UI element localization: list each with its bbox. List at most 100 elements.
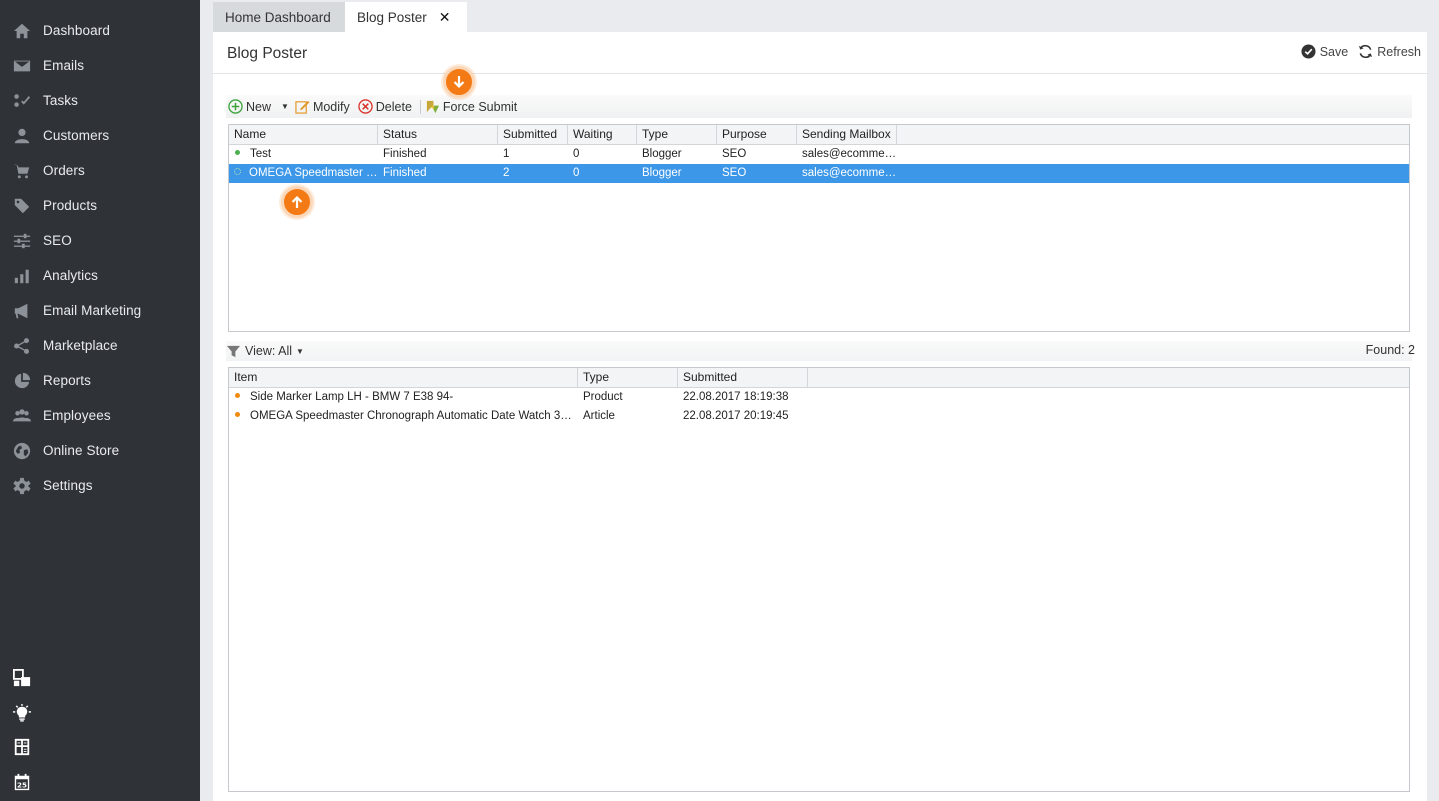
check-circle-icon [1301, 44, 1316, 59]
refresh-button[interactable]: Refresh [1358, 44, 1421, 59]
sidebar-item-seo[interactable]: SEO [0, 223, 200, 258]
view-filter-dropdown[interactable]: View: All [245, 344, 292, 358]
status-dot [235, 150, 240, 156]
sidebar-bottom-icons: 25 [12, 668, 32, 801]
main-panel: Blog Poster Save Refresh New ▼ Modify De… [213, 32, 1427, 801]
user-icon [13, 127, 31, 145]
cell-mailbox: sales@ecommer... [802, 148, 897, 160]
calculator-icon[interactable] [12, 737, 32, 757]
sidebar-item-dashboard[interactable]: Dashboard [0, 13, 200, 48]
status-dot [234, 168, 241, 176]
sidebar-item-label: Email Marketing [43, 303, 142, 318]
new-button[interactable]: New [228, 99, 271, 114]
sidebar-item-online-store[interactable]: Online Store [0, 433, 200, 468]
tab-home-dashboard[interactable]: Home Dashboard [213, 2, 345, 32]
sidebar-item-orders[interactable]: Orders [0, 153, 200, 188]
windows-icon[interactable] [12, 668, 32, 688]
tab-blog-poster[interactable]: Blog Poster ✕ [345, 2, 467, 32]
cell-item: Side Marker Lamp LH - BMW 7 E38 94- [250, 391, 454, 403]
sidebar-item-emails[interactable]: Emails [0, 48, 200, 83]
column-header-submitted[interactable]: Submitted [678, 368, 808, 388]
cell-status: Finished [383, 167, 427, 179]
cell-waiting: 0 [573, 148, 580, 160]
column-header-submitted[interactable]: Submitted [498, 125, 568, 145]
filter-icon [226, 345, 241, 357]
column-header-waiting[interactable]: Waiting [568, 125, 637, 145]
sidebar-item-reports[interactable]: Reports [0, 363, 200, 398]
cell-purpose: SEO [722, 148, 747, 160]
sidebar-item-label: Emails [43, 58, 85, 73]
sidebar-item-label: Tasks [43, 93, 79, 108]
sidebar-item-employees[interactable]: Employees [0, 398, 200, 433]
table-row[interactable]: OMEGA Speedmaster Chronograph Automatic … [229, 407, 1409, 426]
table-row[interactable]: Test Finished 1 0 Blogger SEO sales@ecom… [229, 145, 1409, 164]
callout-arrow-down-icon [443, 66, 475, 98]
chevron-down-icon[interactable]: ▼ [281, 102, 289, 111]
cell-name: Test [250, 148, 272, 160]
calendar-icon[interactable]: 25 [12, 772, 32, 792]
sidebar-item-label: Analytics [43, 268, 98, 283]
sliders-icon [13, 232, 31, 250]
tab-bar: Home Dashboard Blog Poster ✕ [213, 2, 467, 32]
sidebar-item-label: Products [43, 198, 98, 213]
column-header-type[interactable]: Type [637, 125, 717, 145]
sidebar-nav: Dashboard Emails Tasks Customers Orders … [0, 13, 200, 503]
cell-submitted: 22.08.2017 18:19:38 [683, 391, 789, 403]
refresh-icon [1359, 44, 1373, 59]
callout-arrow-up-icon [281, 186, 313, 218]
column-header-status[interactable]: Status [378, 125, 498, 145]
cell-waiting: 0 [573, 167, 580, 179]
cart-icon [13, 162, 31, 180]
force-submit-icon [426, 100, 439, 114]
column-header-name[interactable]: Name [229, 125, 378, 145]
new-label: New [246, 99, 272, 114]
sidebar-item-label: Orders [43, 163, 85, 178]
sidebar-item-label: Reports [43, 373, 91, 388]
lightbulb-icon[interactable] [12, 703, 32, 723]
column-header-type[interactable]: Type [578, 368, 678, 388]
sidebar-item-customers[interactable]: Customers [0, 118, 200, 153]
cell-submitted: 2 [503, 167, 510, 179]
cell-submitted: 22.08.2017 20:19:45 [683, 410, 789, 422]
sidebar-item-marketplace[interactable]: Marketplace [0, 328, 200, 363]
pie-chart-icon [13, 372, 31, 390]
sidebar-item-settings[interactable]: Settings [0, 468, 200, 503]
column-header-sending-mailbox[interactable]: Sending Mailbox [797, 125, 897, 145]
chevron-down-icon[interactable]: ▼ [296, 347, 304, 356]
cell-submitted: 1 [503, 148, 510, 160]
force-submit-label: Force Submit [442, 99, 518, 114]
sidebar-item-label: Employees [43, 408, 111, 423]
sidebar-item-products[interactable]: Products [0, 188, 200, 223]
save-button[interactable]: Save [1301, 44, 1348, 59]
globe-icon [13, 442, 31, 460]
edit-icon [295, 100, 310, 114]
cell-item: OMEGA Speedmaster Chronograph Automatic … [250, 410, 578, 422]
table-row-selected[interactable]: OMEGA Speedmaster C... Finished 2 0 Blog… [229, 164, 1409, 183]
sidebar-item-email-marketing[interactable]: Email Marketing [0, 293, 200, 328]
force-submit-button[interactable]: Force Submit [425, 99, 517, 114]
panel-actions: Save Refresh [1301, 44, 1421, 59]
cell-mailbox: sales@ecommer... [802, 167, 897, 179]
header-divider [213, 73, 1427, 74]
column-header-purpose[interactable]: Purpose [717, 125, 797, 145]
cell-name: OMEGA Speedmaster C... [249, 167, 378, 179]
close-icon[interactable]: ✕ [439, 9, 451, 26]
tag-icon [13, 197, 31, 215]
sidebar-item-label: Online Store [43, 443, 120, 458]
gear-icon [13, 477, 31, 495]
tab-label: Home Dashboard [225, 9, 331, 25]
sidebar-item-tasks[interactable]: Tasks [0, 83, 200, 118]
delete-button[interactable]: Delete [358, 99, 412, 114]
page-title: Blog Poster [227, 45, 308, 62]
megaphone-icon [13, 302, 31, 320]
home-icon [13, 22, 31, 40]
bar-chart-icon [13, 267, 31, 285]
column-header-item[interactable]: Item [229, 368, 578, 388]
sidebar-item-analytics[interactable]: Analytics [0, 258, 200, 293]
toolbar-divider [419, 99, 421, 114]
status-dot [235, 393, 240, 399]
table-row[interactable]: Side Marker Lamp LH - BMW 7 E38 94- Prod… [229, 388, 1409, 407]
sidebar-item-label: Dashboard [43, 23, 110, 38]
modify-button[interactable]: Modify [295, 99, 350, 114]
sidebar-item-label: Customers [43, 128, 110, 143]
